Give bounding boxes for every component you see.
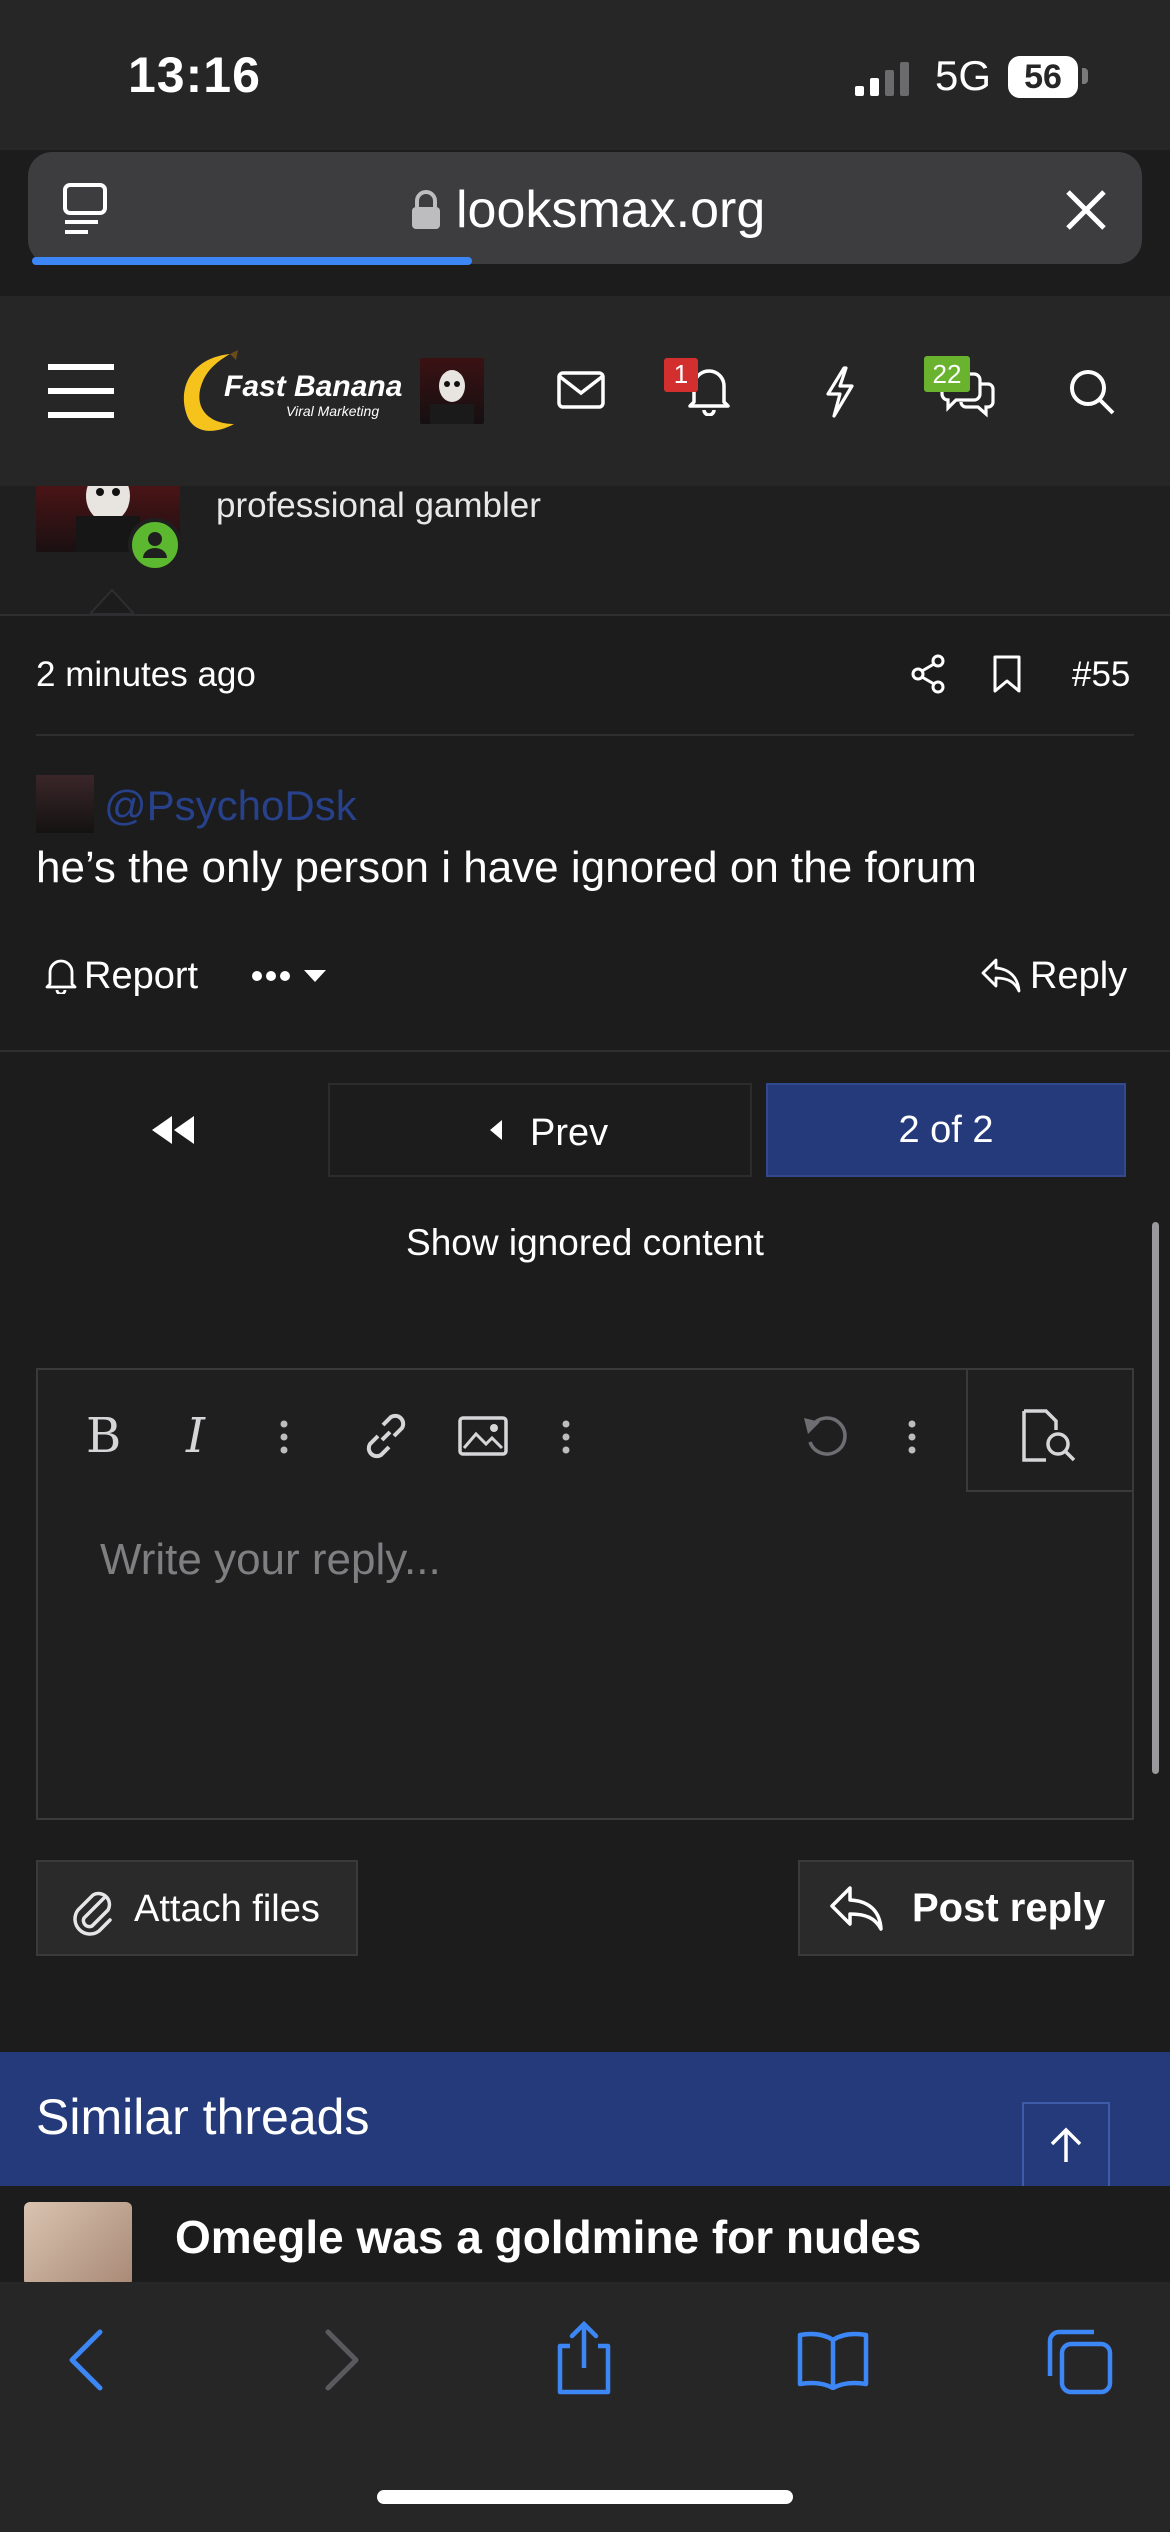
- bookmark-icon[interactable]: [992, 654, 1022, 694]
- share-sheet-icon[interactable]: [552, 2320, 616, 2396]
- chevron-left-icon: [488, 1118, 504, 1142]
- show-ignored-link[interactable]: Show ignored content: [0, 1222, 1170, 1264]
- post-end-divider: [0, 1050, 1170, 1052]
- similar-thread-title[interactable]: Omegle was a goldmine for nudes: [175, 2210, 921, 2264]
- attach-files-label[interactable]: Attach files: [134, 1888, 320, 1931]
- logo-text: Fast Banana: [224, 370, 403, 403]
- bell-outline-icon[interactable]: [44, 956, 78, 994]
- battery-icon: 56: [1008, 56, 1078, 98]
- current-page-indicator[interactable]: 2 of 2: [766, 1083, 1126, 1177]
- post-time[interactable]: 2 minutes ago: [36, 655, 256, 695]
- prev-page-label[interactable]: Prev: [530, 1112, 608, 1155]
- thread-author-avatar[interactable]: [24, 2202, 132, 2286]
- more-options-icon[interactable]: [252, 970, 332, 986]
- bold-icon[interactable]: B: [86, 1408, 121, 1464]
- more-editor-options-icon[interactable]: [906, 1420, 918, 1454]
- scrollbar[interactable]: [1152, 1222, 1159, 1774]
- page-load-progress: [32, 257, 472, 265]
- signal-icon: [855, 60, 915, 96]
- home-indicator[interactable]: [377, 2490, 793, 2504]
- reply-placeholder[interactable]: Write your reply...: [100, 1535, 441, 1585]
- notifications-badge: 1: [664, 358, 698, 392]
- post-reply-label[interactable]: Post reply: [912, 1886, 1105, 1931]
- battery-tip: [1082, 68, 1088, 84]
- scroll-to-top-button[interactable]: [1022, 2102, 1110, 2190]
- reply-button[interactable]: Reply: [1030, 955, 1127, 998]
- paperclip-icon[interactable]: [70, 1880, 114, 1936]
- report-button[interactable]: Report: [84, 955, 198, 998]
- lock-icon: [410, 190, 442, 230]
- logo-subtext: Viral Marketing: [286, 403, 380, 419]
- avatar[interactable]: [420, 358, 484, 424]
- search-icon[interactable]: [1068, 368, 1116, 416]
- editor-toolbar-separator: [966, 1370, 968, 1492]
- close-icon[interactable]: [1064, 188, 1108, 232]
- user-title: professional gambler: [216, 486, 541, 525]
- tabs-icon[interactable]: [1046, 2328, 1114, 2396]
- post-pointer: [90, 586, 134, 614]
- forward-icon[interactable]: [322, 2328, 362, 2392]
- more-insert-options-icon[interactable]: [560, 1420, 572, 1454]
- post-body: he’s the only person i have ignored on t…: [36, 843, 977, 892]
- mention-avatar[interactable]: [36, 775, 94, 833]
- more-text-options-icon[interactable]: [278, 1420, 290, 1454]
- link-icon[interactable]: [360, 1410, 412, 1462]
- share-icon[interactable]: [910, 654, 946, 694]
- network-type: 5G: [935, 52, 992, 99]
- first-page-icon[interactable]: [150, 1114, 196, 1146]
- post-number[interactable]: #55: [1072, 655, 1130, 695]
- menu-icon[interactable]: [48, 364, 114, 418]
- status-time: 13:16: [128, 47, 261, 103]
- post-reply-icon[interactable]: [828, 1884, 886, 1932]
- arrow-up-icon: [1050, 2127, 1082, 2162]
- image-icon[interactable]: [458, 1416, 508, 1456]
- user-mention[interactable]: @PsychoDsk: [104, 782, 357, 830]
- whats-new-icon[interactable]: [822, 366, 858, 418]
- back-icon[interactable]: [66, 2328, 106, 2392]
- italic-icon[interactable]: I: [186, 1408, 205, 1464]
- preview-icon[interactable]: [1020, 1408, 1078, 1464]
- conversations-badge: 22: [924, 356, 970, 392]
- editor-preview-border: [968, 1490, 1134, 1492]
- tab-overview-icon[interactable]: [62, 182, 112, 236]
- post-divider: [36, 734, 1134, 736]
- online-status-icon: [128, 518, 182, 572]
- similar-threads-title: Similar threads: [36, 2089, 370, 2145]
- url-text[interactable]: looksmax.org: [456, 180, 765, 240]
- bookmarks-icon[interactable]: [796, 2330, 870, 2390]
- reply-icon[interactable]: [980, 956, 1022, 994]
- undo-icon[interactable]: [800, 1410, 852, 1462]
- mail-icon[interactable]: [556, 370, 606, 410]
